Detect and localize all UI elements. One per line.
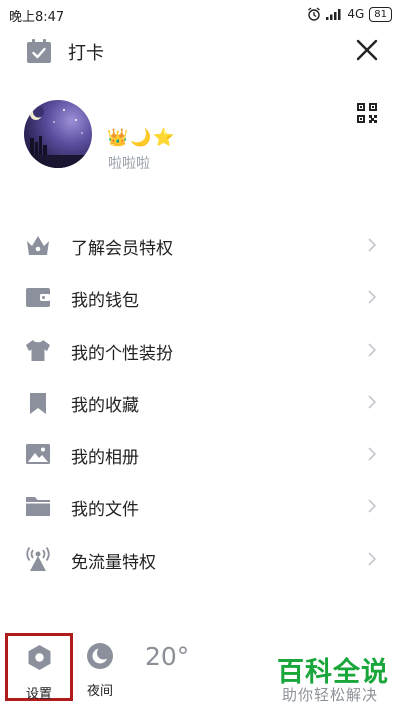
signature-text[interactable]: 啦啦啦: [108, 153, 150, 173]
drawer-bottom-bar: 设置 夜间 20° 百科全说 助你轻松解决: [0, 630, 400, 711]
settings-button[interactable]: 设置: [5, 633, 73, 702]
moon-badge-icon: 🌙: [130, 128, 152, 148]
vip-badges: 👑 🌙 ⭐: [107, 128, 175, 148]
crown-icon: [27, 236, 49, 255]
menu-item-free-data[interactable]: 免流量特权: [0, 533, 400, 585]
moon-icon: [87, 643, 113, 669]
chevron-right-icon: [368, 447, 377, 461]
menu-item-vip-privileges[interactable]: 了解会员特权: [0, 219, 400, 271]
drawer-header: 打卡: [0, 30, 400, 70]
menu-item-favorites[interactable]: 我的收藏: [0, 376, 400, 428]
menu-item-files[interactable]: 我的文件: [0, 480, 400, 532]
night-sky-avatar-image: [24, 106, 92, 168]
menu-item-label: 我的钱包: [71, 291, 139, 312]
checkin-button[interactable]: [26, 38, 52, 64]
chevron-right-icon: [368, 290, 377, 304]
battery-level: 81: [374, 8, 387, 20]
status-bar: 晚上8:47 4G 81: [0, 0, 400, 28]
menu-item-label: 免流量特权: [71, 552, 156, 573]
chevron-right-icon: [368, 499, 377, 514]
alarm-icon: [308, 7, 321, 21]
settings-label: 设置: [25, 687, 52, 702]
menu-item-label: 了解会员特权: [71, 239, 173, 259]
menu-item-label: 我的个性装扮: [71, 343, 173, 364]
qr-code-button[interactable]: [357, 103, 377, 123]
watermark-slogan: 助你轻松解决: [282, 686, 379, 704]
settings-hexagon-icon: [28, 645, 51, 670]
bookmark-icon: [30, 389, 46, 414]
chevron-right-icon: [368, 343, 377, 357]
weather-temperature[interactable]: 20°: [145, 642, 189, 671]
avatar[interactable]: [24, 100, 92, 168]
close-button[interactable]: [355, 38, 379, 62]
menu-item-label: 我的文件: [71, 500, 139, 521]
status-time: 晚上8:47: [9, 10, 65, 25]
close-icon: [356, 39, 378, 61]
chevron-right-icon: [368, 238, 377, 252]
menu-item-wallet[interactable]: 我的钱包: [0, 271, 400, 323]
shirt-icon: [26, 339, 50, 361]
menu-item-label: 我的相册: [71, 448, 139, 469]
wallet-icon: [26, 288, 50, 308]
folder-icon: [26, 497, 50, 517]
image-icon: [26, 444, 50, 465]
chevron-right-icon: [368, 395, 377, 409]
star-badge-icon: ⭐: [153, 128, 175, 148]
battery-icon: 81: [369, 6, 392, 22]
menu-item-album[interactable]: 我的相册: [0, 428, 400, 480]
calendar-check-icon: [27, 39, 51, 63]
signal-icon: [326, 9, 341, 20]
chevron-right-icon: [368, 552, 377, 566]
night-mode-button[interactable]: 夜间: [82, 636, 122, 702]
menu-item-label: 我的收藏: [71, 395, 139, 416]
night-mode-label: 夜间: [86, 684, 113, 699]
signal-tower-icon: [26, 546, 50, 571]
crown-badge-icon: 👑: [107, 128, 129, 148]
status-icons: 4G 81: [307, 5, 392, 23]
menu-item-personalization[interactable]: 我的个性装扮: [0, 324, 400, 376]
checkin-label[interactable]: 打卡: [68, 39, 104, 65]
profile-section: 👑 🌙 ⭐ 啦啦啦: [0, 95, 400, 185]
network-type: 4G: [347, 7, 365, 21]
qr-code-icon: [357, 103, 377, 123]
drawer-menu: 了解会员特权 我的钱包 我的个性装扮 我的收藏 我的相册 我的文件 免流量特权: [0, 219, 400, 585]
